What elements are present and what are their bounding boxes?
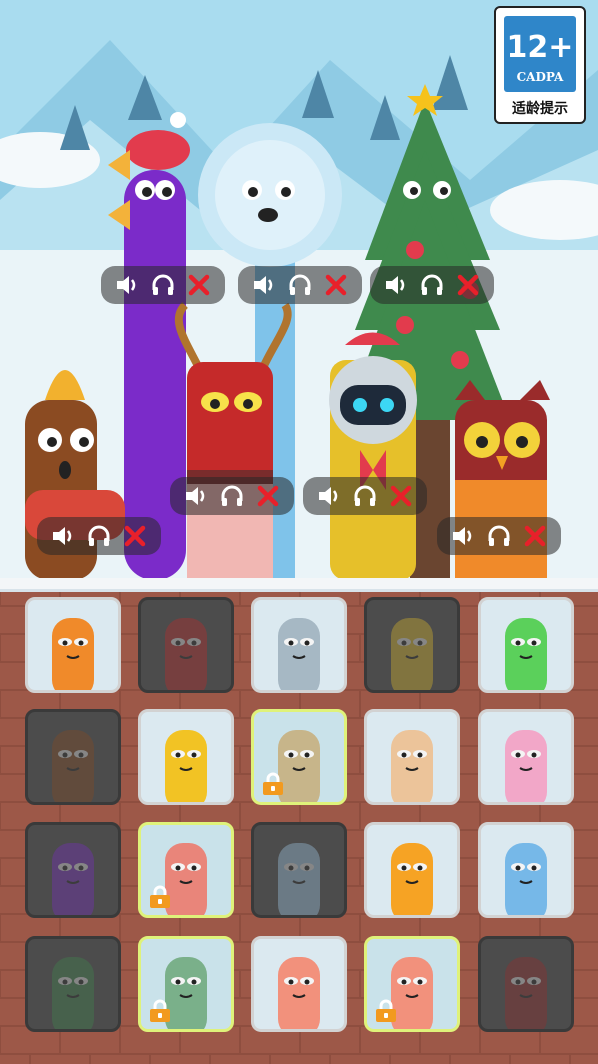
visor-santa-character-avatar [165,730,207,802]
lock-icon [147,999,173,1023]
tree-character-avatar [52,957,94,1029]
close-x-icon[interactable] [323,272,349,298]
rating-tip: 适龄提示 [512,101,568,117]
close-x-icon[interactable] [122,523,148,549]
headphones-icon[interactable] [150,272,176,298]
close-x-icon[interactable] [186,272,212,298]
rating-age: 12+ [506,30,574,65]
gift-wrap-character-card[interactable] [138,822,234,918]
owl-character-avatar [505,957,547,1029]
lock-icon [373,999,399,1023]
tree-character-card[interactable] [25,936,121,1032]
robot-character-card[interactable] [364,597,460,693]
angel-character-avatar [391,730,433,802]
close-x-icon[interactable] [455,272,481,298]
crown-glasses-character-card[interactable] [251,709,347,805]
speaker-icon[interactable] [183,483,209,509]
unicorn-character-card[interactable] [478,822,574,918]
earmuffs-character-avatar [52,618,94,690]
speaker-icon[interactable] [383,272,409,298]
santa-beard-character-card[interactable] [138,936,234,1032]
blue-hat-character-card[interactable] [364,822,460,918]
close-x-icon[interactable] [388,483,414,509]
robot-controls [303,477,427,515]
bowtie-character-card[interactable] [251,936,347,1032]
snowflake-controls [238,266,362,304]
candy-cane-character-card[interactable] [478,709,574,805]
reindeer-character-avatar [165,618,207,690]
headphones-icon[interactable] [86,523,112,549]
speaker-icon[interactable] [251,272,277,298]
trumpet-character-avatar [52,843,94,915]
bell-character-card[interactable] [25,709,121,805]
bell-character-avatar [52,730,94,802]
speaker-icon[interactable] [50,523,76,549]
trumpet-controls [101,266,225,304]
speaker-icon[interactable] [316,483,342,509]
wreath-character-avatar [505,618,547,690]
speaker-icon[interactable] [450,523,476,549]
trumpet-character-card[interactable] [25,822,121,918]
tree-controls [370,266,494,304]
bow-character-card[interactable] [364,936,460,1032]
unicorn-character-avatar [505,843,547,915]
snowflake-character-card[interactable] [251,822,347,918]
reindeer-controls [170,477,294,515]
headphones-icon[interactable] [486,523,512,549]
visor-santa-character-card[interactable] [138,709,234,805]
age-rating-badge: 12+ CADPA 适龄提示 [494,6,586,124]
close-x-icon[interactable] [255,483,281,509]
owl-character-card[interactable] [478,936,574,1032]
bowtie-character-avatar [278,957,320,1029]
angel-character-card[interactable] [364,709,460,805]
close-x-icon[interactable] [522,523,548,549]
reindeer-character-card[interactable] [138,597,234,693]
earmuffs-character-card[interactable] [25,597,121,693]
snowflake-character-avatar [278,843,320,915]
rating-box: 12+ CADPA [504,16,576,92]
blue-hat-character-avatar [391,843,433,915]
game-screen: 12+ CADPA 适龄提示 [0,0,598,1064]
speaker-icon[interactable] [114,272,140,298]
candy-cane-character-avatar [505,730,547,802]
candy-horns-character-card[interactable] [251,597,347,693]
owl-controls [437,517,561,555]
headphones-icon[interactable] [219,483,245,509]
snow-ledge [0,578,598,592]
headphones-icon[interactable] [287,272,313,298]
wreath-character-card[interactable] [478,597,574,693]
lock-icon [260,772,286,796]
headphones-icon[interactable] [352,483,378,509]
bell-controls [37,517,161,555]
headphones-icon[interactable] [419,272,445,298]
candy-horns-character-avatar [278,618,320,690]
robot-character[interactable] [329,332,417,579]
lock-icon [147,885,173,909]
rating-org: CADPA [516,70,564,84]
robot-character-avatar [391,618,433,690]
character-selection-panel [0,578,598,1064]
music-stage: 12+ CADPA 适龄提示 [0,0,598,578]
